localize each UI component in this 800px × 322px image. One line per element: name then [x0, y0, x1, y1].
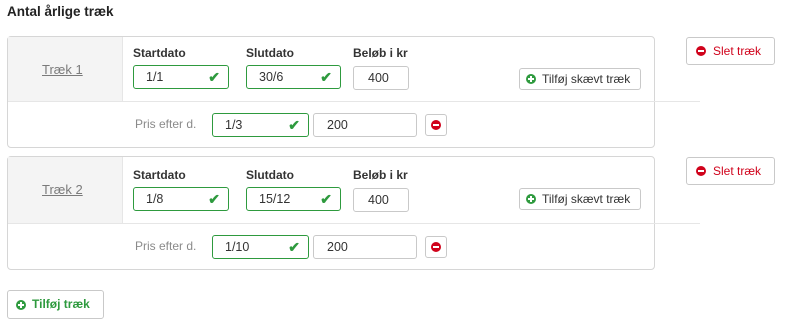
price-amount-input[interactable]: 200 — [313, 113, 417, 137]
plus-circle-icon — [16, 300, 26, 310]
start-date-label: Startdato — [133, 168, 186, 182]
trek-name-panel: Træk 1 — [8, 37, 123, 102]
end-date-label: Slutdato — [246, 46, 294, 60]
trek-name-panel: Træk 2 — [8, 157, 123, 224]
row-divider — [122, 223, 700, 224]
price-after-label: Pris efter d. — [135, 239, 197, 253]
row-divider — [122, 101, 700, 102]
check-icon: ✔ — [208, 69, 220, 85]
amount-input[interactable]: 400 — [353, 188, 409, 212]
price-amount-value: 200 — [327, 240, 348, 254]
price-date-input[interactable]: 1/3 ✔ — [212, 113, 309, 137]
minus-circle-icon — [696, 46, 706, 56]
minus-circle-icon — [431, 120, 441, 130]
price-date-value: 1/3 — [225, 118, 243, 132]
trek-name-link[interactable]: Træk 1 — [42, 62, 83, 77]
price-amount-value: 200 — [327, 118, 348, 132]
check-icon: ✔ — [288, 239, 300, 255]
delete-trek-label: Slet træk — [713, 44, 762, 58]
check-icon: ✔ — [320, 191, 332, 207]
trek-card: Træk 1 Startdato Slutdato Beløb i kr 1/1… — [7, 36, 700, 148]
amount-input[interactable]: 400 — [353, 66, 409, 90]
price-date-value: 1/10 — [225, 240, 250, 254]
remove-price-button[interactable] — [425, 114, 447, 136]
minus-circle-icon — [696, 166, 706, 176]
add-trek-label: Tilføj træk — [32, 297, 90, 311]
amount-value: 400 — [368, 193, 389, 207]
add-skewed-trek-button[interactable]: Tilføj skævt træk — [519, 68, 641, 90]
minus-circle-icon — [431, 242, 441, 252]
price-date-input[interactable]: 1/10 ✔ — [212, 235, 309, 259]
remove-price-button[interactable] — [425, 236, 447, 258]
end-date-value: 15/12 — [259, 192, 291, 206]
delete-trek-button[interactable]: Slet træk — [686, 157, 775, 185]
price-after-label: Pris efter d. — [135, 117, 197, 131]
check-icon: ✔ — [288, 117, 300, 133]
check-icon: ✔ — [320, 69, 332, 85]
end-date-input[interactable]: 15/12 ✔ — [246, 187, 341, 211]
delete-trek-label: Slet træk — [713, 164, 762, 178]
add-skewed-trek-label: Tilføj skævt træk — [542, 192, 631, 206]
add-skewed-trek-label: Tilføj skævt træk — [542, 72, 631, 86]
delete-trek-button[interactable]: Slet træk — [686, 37, 775, 65]
end-date-input[interactable]: 30/6 ✔ — [246, 65, 341, 89]
end-date-value: 30/6 — [259, 70, 284, 84]
start-date-value: 1/8 — [146, 192, 164, 206]
amount-value: 400 — [368, 71, 389, 85]
end-date-label: Slutdato — [246, 168, 294, 182]
amount-label: Beløb i kr — [353, 46, 408, 60]
start-date-input[interactable]: 1/1 ✔ — [133, 65, 229, 89]
check-icon: ✔ — [208, 191, 220, 207]
start-date-value: 1/1 — [146, 70, 164, 84]
start-date-label: Startdato — [133, 46, 186, 60]
plus-circle-icon — [526, 194, 536, 204]
amount-label: Beløb i kr — [353, 168, 408, 182]
trek-card: Træk 2 Startdato Slutdato Beløb i kr 1/8… — [7, 156, 700, 270]
add-skewed-trek-button[interactable]: Tilføj skævt træk — [519, 188, 641, 210]
plus-circle-icon — [526, 74, 536, 84]
start-date-input[interactable]: 1/8 ✔ — [133, 187, 229, 211]
trek-name-link[interactable]: Træk 2 — [42, 182, 83, 197]
add-trek-button[interactable]: Tilføj træk — [7, 290, 104, 319]
page-title: Antal årlige træk — [7, 4, 114, 19]
price-amount-input[interactable]: 200 — [313, 235, 417, 259]
